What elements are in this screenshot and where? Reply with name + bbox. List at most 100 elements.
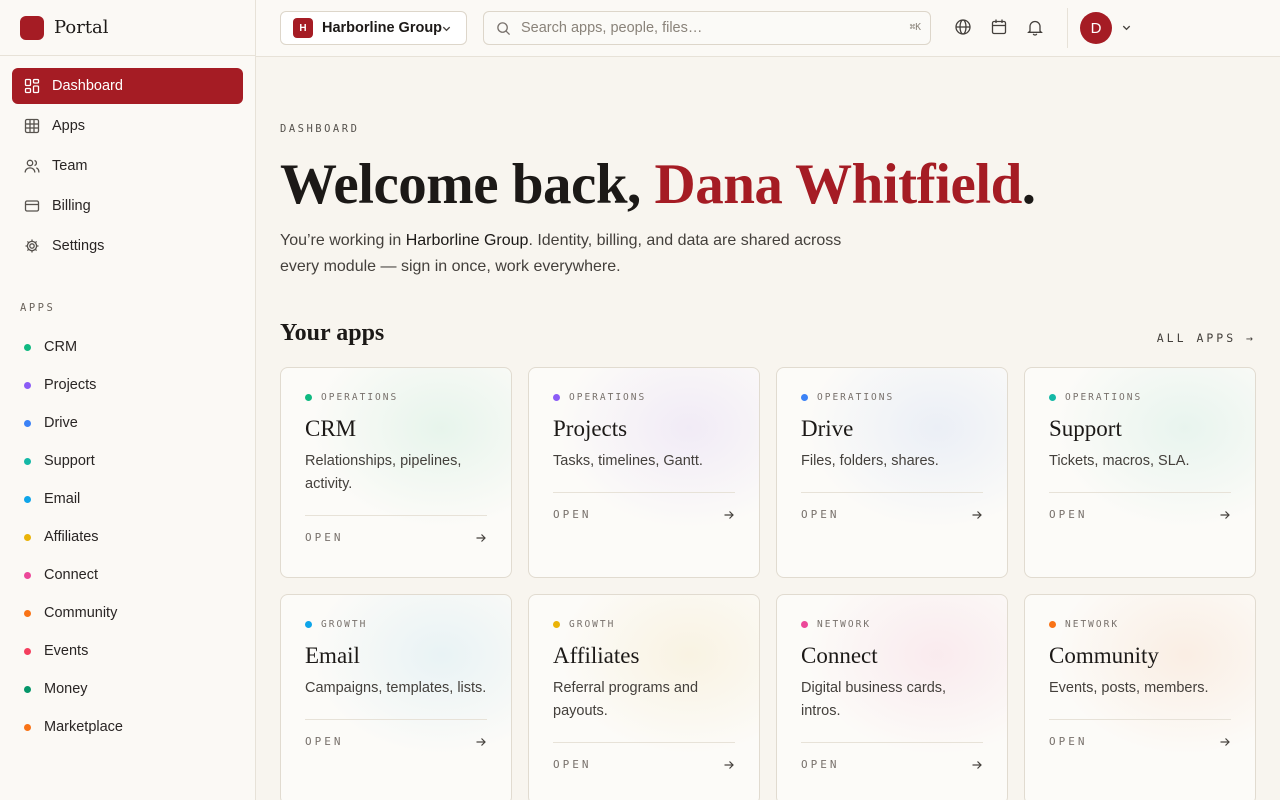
card-category: OPERATIONS <box>801 392 983 403</box>
sidebar-app-community[interactable]: Community <box>0 594 255 632</box>
app-card-community[interactable]: NETWORK Community Events, posts, members. O… <box>1024 594 1256 800</box>
calendar-icon[interactable] <box>990 18 1008 36</box>
sidebar-app-support[interactable]: Support <box>0 442 255 480</box>
nav-item-dashboard[interactable]: Dashboard <box>12 68 243 104</box>
card-description: Tasks, timelines, Gantt. <box>553 453 703 469</box>
card-body: OPERATIONS Support Tickets, macros, SLA. OP… <box>1049 392 1231 521</box>
app-card-connect[interactable]: NETWORK Connect Digital business cards, in… <box>776 594 1008 800</box>
org-switcher[interactable]: H Harborline Group <box>280 11 467 45</box>
card-divider <box>553 742 735 743</box>
open-link[interactable]: OPEN <box>801 758 840 771</box>
arrow-right-icon <box>476 737 486 746</box>
sidebar-app-affiliates[interactable]: Affiliates <box>0 518 255 556</box>
arrow-right-icon <box>1220 737 1230 746</box>
category-dot <box>1049 621 1056 628</box>
card-footer: OPEN <box>553 758 735 771</box>
card-category-label: NETWORK <box>1065 619 1120 630</box>
sidebar-app-events[interactable]: Events <box>0 632 255 670</box>
card-footer: OPEN <box>305 531 487 544</box>
card-title: Community <box>1049 643 1159 668</box>
card-body: GROWTH Email Campaigns, templates, lists. O… <box>305 619 487 748</box>
page-title: Welcome back, Dana Whitfield. <box>280 153 1256 217</box>
org-badge: H <box>293 18 313 38</box>
app-card-crm[interactable]: OPERATIONS CRM Relationships, pipelines, a… <box>280 367 512 578</box>
card-body: OPERATIONS CRM Relationships, pipelines, a… <box>305 392 487 544</box>
nav-item-apps[interactable]: Apps <box>12 108 243 144</box>
grid-icon <box>24 118 40 134</box>
nav-item-settings[interactable]: Settings <box>12 228 243 264</box>
card-footer: OPEN <box>553 508 735 521</box>
search-bar: ⌘K <box>483 11 931 45</box>
card-category: NETWORK <box>1049 619 1231 630</box>
open-link[interactable]: OPEN <box>305 735 344 748</box>
card-title: Connect <box>801 643 878 668</box>
open-link[interactable]: OPEN <box>1049 735 1088 748</box>
open-link[interactable]: OPEN <box>553 758 592 771</box>
search-icon <box>497 21 511 35</box>
card-footer: OPEN <box>801 758 983 771</box>
user-name: Dana Whitfield <box>654 153 1023 216</box>
sidebar-app-connect[interactable]: Connect <box>0 556 255 594</box>
sidebar-app-label: Marketplace <box>44 719 123 735</box>
card-divider <box>553 492 735 493</box>
card-description: Digital business cards, intros. <box>801 680 947 719</box>
sidebar-app-email[interactable]: Email <box>0 480 255 518</box>
sidebar-app-label: Email <box>44 491 81 507</box>
card-footer: OPEN <box>1049 508 1231 521</box>
app-color-dot <box>24 647 31 655</box>
search-input[interactable] <box>521 20 891 36</box>
nav-item-team[interactable]: Team <box>12 148 243 184</box>
category-dot <box>553 394 560 401</box>
sidebar-app-crm[interactable]: CRM <box>0 328 255 366</box>
card-footer: OPEN <box>1049 735 1231 748</box>
all-apps-link[interactable]: ALL APPS → <box>1157 331 1256 345</box>
app-card-drive[interactable]: OPERATIONS Drive Files, folders, shares. OP… <box>776 367 1008 578</box>
card-category-label: GROWTH <box>569 619 616 630</box>
app-color-dot <box>24 457 31 465</box>
sidebar-app-label: Projects <box>44 377 97 393</box>
card-title: Affiliates <box>553 643 640 668</box>
sidebar-app-projects[interactable]: Projects <box>0 366 255 404</box>
app-card-support[interactable]: OPERATIONS Support Tickets, macros, SLA. OP… <box>1024 367 1256 578</box>
sidebar-app-marketplace[interactable]: Marketplace <box>0 708 255 746</box>
card-category: OPERATIONS <box>553 392 735 403</box>
avatar[interactable]: D <box>1080 12 1112 44</box>
card-divider <box>305 719 487 720</box>
open-link[interactable]: OPEN <box>305 531 344 544</box>
sidebar-app-drive[interactable]: Drive <box>0 404 255 442</box>
brand[interactable]: Portal <box>0 0 255 56</box>
apps-section-title: Your apps <box>280 320 385 346</box>
arrow-right-icon <box>972 510 982 519</box>
app-color-dot <box>24 571 31 579</box>
intro-text: You’re working in Harborline Group. Iden… <box>280 228 880 280</box>
app-color-dot <box>24 685 31 693</box>
open-link[interactable]: OPEN <box>1049 508 1088 521</box>
bell-icon[interactable] <box>1026 18 1044 36</box>
org-name: Harborline Group <box>322 20 443 36</box>
arrow-right-icon <box>724 510 734 519</box>
card-description: Events, posts, members. <box>1049 680 1209 696</box>
app-color-dot <box>24 381 31 389</box>
app-card-projects[interactable]: OPERATIONS Projects Tasks, timelines, Gant… <box>528 367 760 578</box>
category-dot <box>801 394 808 401</box>
card-divider <box>1049 719 1231 720</box>
chevron-down-icon[interactable] <box>1121 22 1132 33</box>
open-link[interactable]: OPEN <box>553 508 592 521</box>
card-body: GROWTH Affiliates Referral programs and pa… <box>553 619 735 771</box>
card-body: NETWORK Connect Digital business cards, in… <box>801 619 983 771</box>
app-color-dot <box>24 343 31 351</box>
open-link[interactable]: OPEN <box>801 508 840 521</box>
card-title: Email <box>305 643 360 668</box>
nav-item-billing[interactable]: Billing <box>12 188 243 224</box>
sidebar-app-label: Connect <box>44 567 99 583</box>
brand-name: Portal <box>54 17 109 38</box>
arrow-right-icon <box>724 760 734 769</box>
category-dot <box>305 394 312 401</box>
globe-icon[interactable] <box>954 18 972 36</box>
card-category-label: NETWORK <box>817 619 872 630</box>
sidebar-app-label: Support <box>44 453 95 469</box>
sidebar-app-money[interactable]: Money <box>0 670 255 708</box>
app-card-email[interactable]: GROWTH Email Campaigns, templates, lists. O… <box>280 594 512 800</box>
app-card-affiliates[interactable]: GROWTH Affiliates Referral programs and pa… <box>528 594 760 800</box>
primary-nav: Dashboard Apps Team Billing Settings <box>0 56 255 264</box>
